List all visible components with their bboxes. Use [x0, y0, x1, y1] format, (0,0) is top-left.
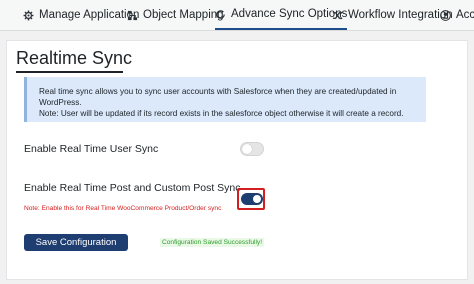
mapping-icon: [127, 10, 138, 21]
tab-advance-sync-options[interactable]: Advance Sync Options: [215, 0, 348, 30]
gear-icon: [23, 10, 34, 21]
tab-label: Object Mapping: [143, 9, 224, 21]
save-configuration-button[interactable]: Save Configuration: [24, 234, 128, 251]
post-sync-note: Note: Enable this for Real Time WooComme…: [24, 205, 222, 212]
toggle-knob: [242, 144, 252, 154]
tab-label: Workflow Integration: [348, 9, 453, 21]
user-sync-label: Enable Real Time User Sync: [24, 143, 159, 155]
tab-object-mapping[interactable]: Object Mapping: [127, 0, 224, 30]
nav-tabs: Manage Application Object Mapping Advanc…: [0, 0, 474, 31]
info-box: Real time sync allows you to sync user a…: [24, 77, 426, 122]
tab-label: Advance Sync Options: [231, 8, 348, 20]
success-message: Configuration Saved Successfully!: [160, 238, 265, 247]
tab-label: Manage Application: [39, 9, 140, 21]
tab-manage-application[interactable]: Manage Application: [23, 0, 139, 30]
page-title: Realtime Sync: [16, 48, 133, 68]
post-sync-toggle[interactable]: [241, 193, 263, 205]
tab-account[interactable]: Acco: [440, 0, 474, 30]
tab-label: Acco: [456, 9, 474, 21]
tab-workflow-integration[interactable]: Workflow Integration: [332, 0, 453, 30]
info-text: Real time sync allows you to sync user a…: [39, 87, 397, 107]
sync-icon: [215, 9, 226, 20]
title-underline: [16, 71, 123, 73]
realtime-sync-panel: Realtime Sync Real time sync allows you …: [6, 40, 468, 280]
user-icon: [440, 9, 451, 21]
toggle-knob: [253, 195, 261, 203]
info-note: Note: User will be updated if its record…: [39, 109, 404, 118]
shuffle-icon: [332, 10, 343, 21]
user-sync-toggle[interactable]: [240, 142, 264, 156]
post-sync-toggle-highlight[interactable]: [237, 188, 265, 210]
post-sync-label: Enable Real Time Post and Custom Post Sy…: [24, 182, 241, 194]
